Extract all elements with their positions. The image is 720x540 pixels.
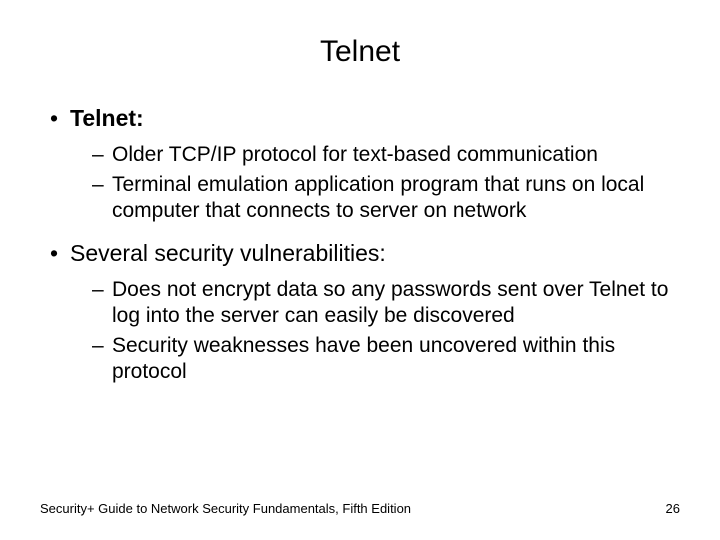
bullet-level2: Older TCP/IP protocol for text-based com… [50, 142, 680, 168]
bullet-level2: Security weaknesses have been uncovered … [50, 333, 680, 386]
bullet-level1: Telnet: [50, 104, 680, 134]
bullet-level1: Several security vulnerabilities: [50, 239, 680, 269]
footer-source: Security+ Guide to Network Security Fund… [40, 501, 411, 516]
bullet-level2: Terminal emulation application program t… [50, 172, 680, 225]
slide-footer: Security+ Guide to Network Security Fund… [40, 501, 680, 516]
slide-content: Telnet: Older TCP/IP protocol for text-b… [40, 104, 680, 386]
bullet-level2: Does not encrypt data so any passwords s… [50, 277, 680, 330]
page-number: 26 [666, 501, 680, 516]
bullet-text: Telnet: [70, 105, 144, 131]
slide-title: Telnet [40, 35, 680, 69]
